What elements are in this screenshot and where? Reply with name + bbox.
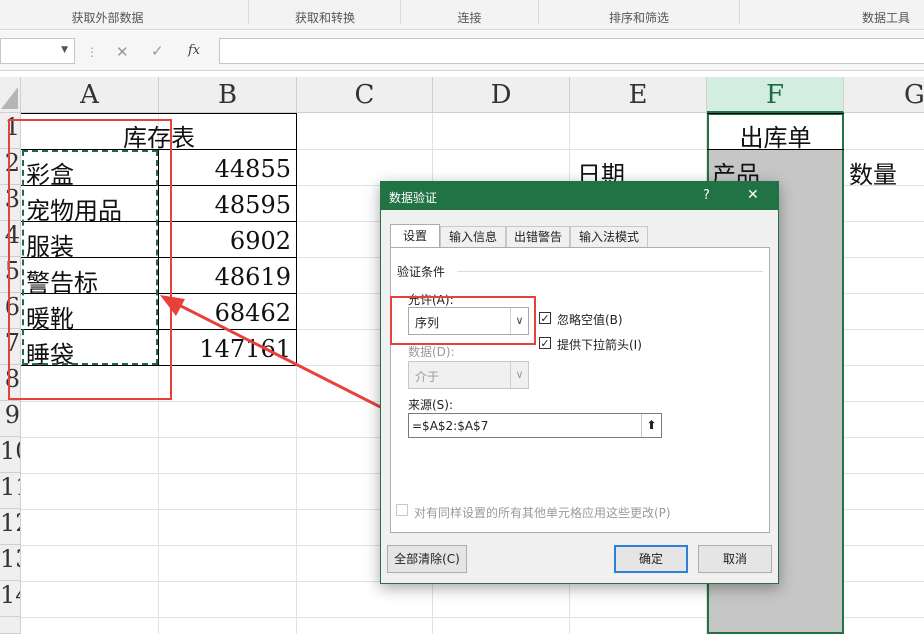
ignore-blank-label[interactable]: 忽略空值(B) bbox=[557, 311, 623, 328]
settings-panel: 验证条件 允许(A): 序列 ∨ ✓ 忽略空值(B) ✓ 提供下拉箭头(I) 数… bbox=[390, 247, 770, 533]
tab-ime-mode[interactable]: 输入法模式 bbox=[570, 226, 648, 248]
source-input-value: =$A$2:$A$7 bbox=[412, 419, 489, 433]
apply-all-checkbox[interactable] bbox=[396, 504, 408, 516]
validation-criteria-label: 验证条件 bbox=[397, 265, 446, 279]
annotation-highlight-box bbox=[390, 296, 536, 345]
tab-settings[interactable]: 设置 bbox=[390, 224, 440, 248]
data-select[interactable]: 介于 ∨ bbox=[408, 361, 529, 389]
data-label: 数据(D): bbox=[408, 345, 455, 359]
section-divider bbox=[457, 271, 763, 272]
source-input[interactable]: =$A$2:$A$7 ⬆ bbox=[408, 413, 662, 438]
tab-error-alert[interactable]: 出错警告 bbox=[506, 226, 570, 248]
help-icon[interactable]: ? bbox=[703, 188, 710, 203]
close-icon[interactable]: ✕ bbox=[747, 187, 759, 203]
ignore-blank-checkbox[interactable]: ✓ bbox=[539, 312, 551, 324]
data-validation-dialog: 数据验证 ? ✕ 设置 输入信息 出错警告 输入法模式 验证条件 允许(A): … bbox=[380, 181, 779, 584]
tab-input-message[interactable]: 输入信息 bbox=[440, 226, 506, 248]
chevron-down-icon[interactable]: ∨ bbox=[510, 362, 528, 388]
dialog-title-bar: 数据验证 ? ✕ bbox=[381, 182, 778, 210]
cancel-button[interactable]: 取消 bbox=[698, 545, 772, 573]
in-cell-dropdown-label[interactable]: 提供下拉箭头(I) bbox=[557, 336, 642, 353]
in-cell-dropdown-checkbox[interactable]: ✓ bbox=[539, 337, 551, 349]
dialog-title: 数据验证 bbox=[389, 191, 438, 205]
clear-all-button[interactable]: 全部清除(C) bbox=[387, 545, 467, 573]
apply-all-label[interactable]: 对有同样设置的所有其他单元格应用这些更改(P) bbox=[414, 504, 671, 521]
ok-button[interactable]: 确定 bbox=[614, 545, 688, 573]
source-label: 来源(S): bbox=[408, 398, 454, 412]
collapse-dialog-icon[interactable]: ⬆ bbox=[641, 414, 661, 437]
data-select-value: 介于 bbox=[415, 370, 440, 384]
